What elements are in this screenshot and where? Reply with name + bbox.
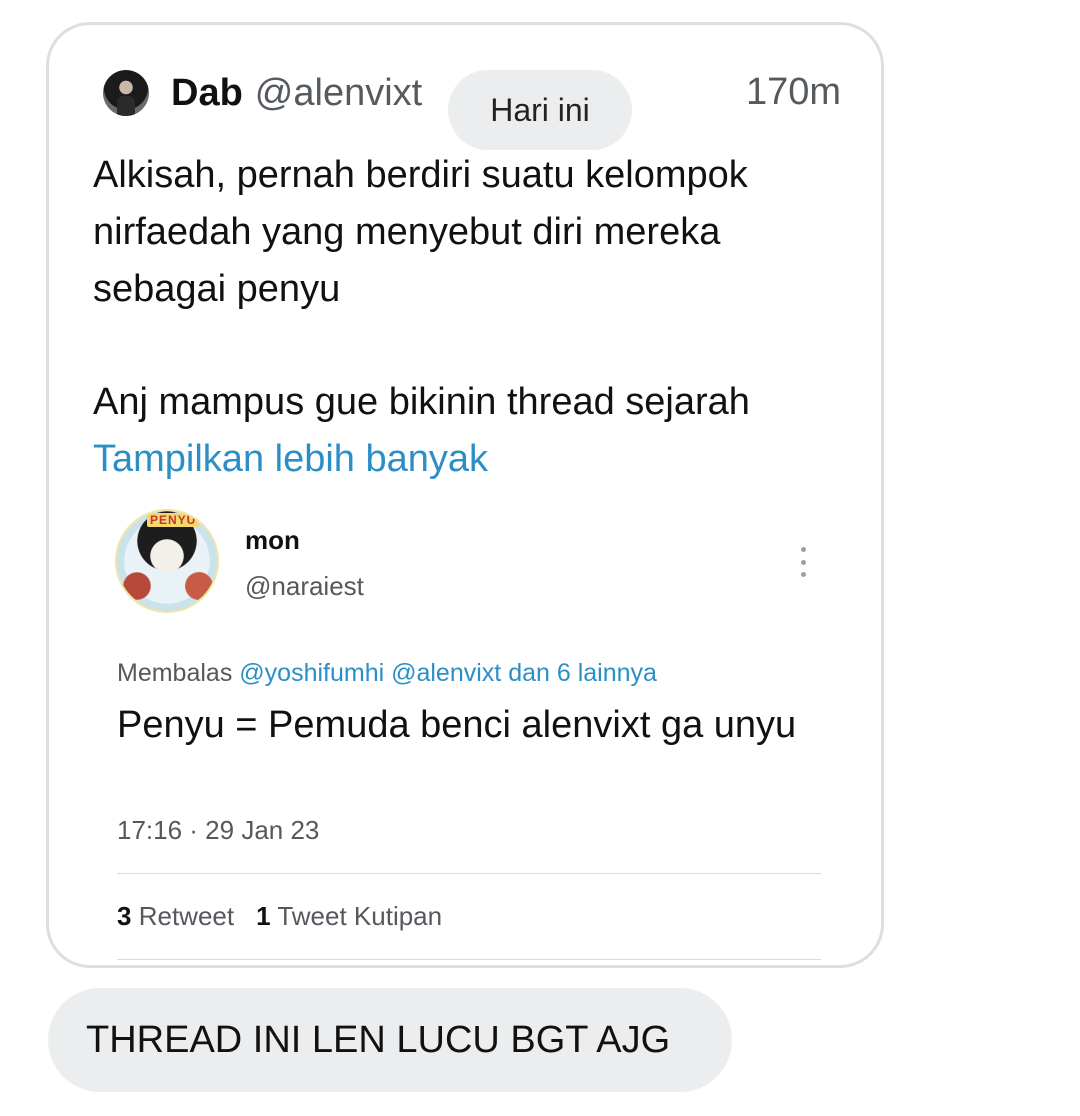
author-avatar[interactable] [103, 70, 149, 116]
message-bubble[interactable]: THREAD INI LEN LUCU BGT AJG [48, 988, 732, 1092]
retweet-label: Retweet [138, 901, 235, 931]
divider [117, 873, 821, 874]
quote-label: Tweet Kutipan [277, 901, 443, 931]
tweet-body: Alkisah, pernah berdiri suatu kelompok n… [93, 147, 863, 488]
embedded-handle: @naraiest [245, 571, 364, 601]
tweet-text-paragraph: Anj mampus gue bikinin thread sejarah [93, 381, 750, 423]
show-more-link[interactable]: Tampilkan lebih banyak [93, 431, 863, 488]
embedded-screenshot[interactable]: PENYU mon @naraiest Membalas @yoshifumhi… [115, 505, 823, 961]
tweet-text-paragraph: Alkisah, pernah berdiri suatu kelompok n… [93, 154, 748, 310]
shared-tweet-card[interactable]: Dab @alenvixt 170m Alkisah, pernah berdi… [46, 22, 884, 968]
retweet-stat: 3 Retweet [117, 901, 234, 931]
reply-mentions: @yoshifumhi @alenvixt dan 6 lainnya [239, 659, 657, 687]
tweet-time: 170m [745, 71, 841, 113]
chat-screen: Dab @alenvixt 170m Alkisah, pernah berdi… [0, 0, 1080, 1116]
retweet-count: 3 [117, 901, 132, 931]
tweet-author-row: Dab @alenvixt [103, 69, 422, 117]
quote-stat: 1 Tweet Kutipan [256, 901, 442, 931]
author-name: Dab [171, 71, 243, 114]
embedded-text: Penyu = Pemuda benci alenvixt ga unyu [117, 704, 797, 746]
quote-count: 1 [256, 901, 271, 931]
embedded-stats: 3 Retweet 1 Tweet Kutipan [117, 901, 464, 932]
reply-context: Membalas @yoshifumhi @alenvixt dan 6 lai… [117, 659, 657, 688]
more-options-icon [801, 547, 807, 577]
date-separator: Hari ini [448, 70, 632, 150]
reply-prefix: Membalas [117, 659, 233, 687]
divider [117, 959, 821, 960]
author-handle: @alenvixt [254, 71, 423, 114]
avatar-tag: PENYU [147, 513, 200, 527]
embedded-avatar: PENYU [115, 509, 219, 613]
embedded-timestamp: 17:16 · 29 Jan 23 [117, 815, 320, 845]
embedded-name: mon [245, 525, 300, 555]
